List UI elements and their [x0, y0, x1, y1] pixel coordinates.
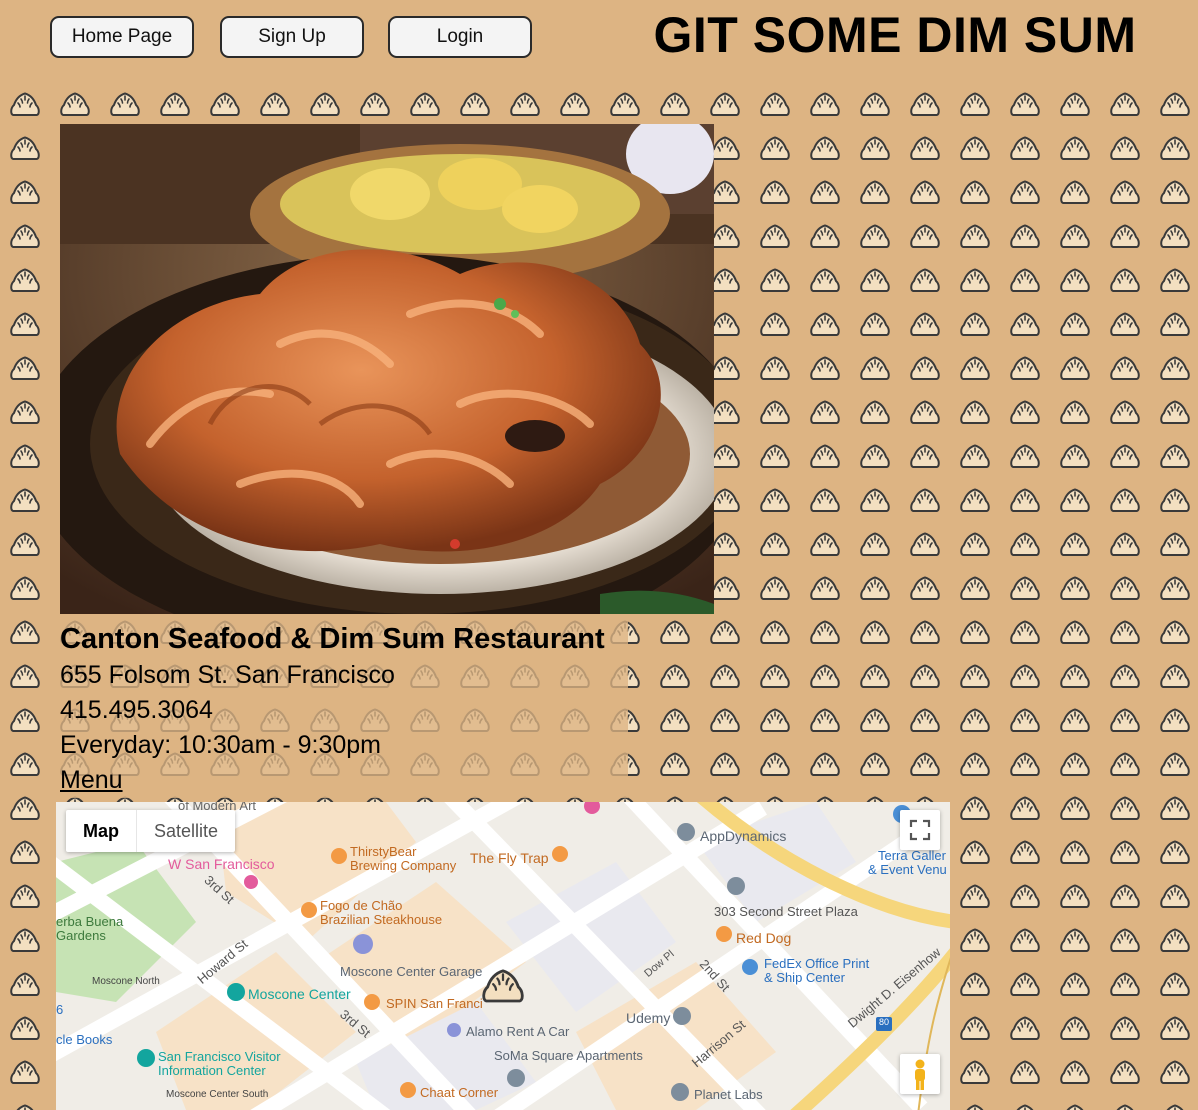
map-label: The Fly Trap	[470, 850, 549, 866]
map-type-satellite-button[interactable]: Satellite	[136, 810, 235, 852]
map-label: Udemy	[626, 1010, 671, 1026]
restaurant-address: 655 Folsom St. San Francisco	[60, 661, 395, 689]
map-label: Fogo de Chão	[320, 898, 403, 913]
sign-up-button[interactable]: Sign Up	[220, 16, 364, 58]
map-label: & Ship Center	[764, 970, 845, 985]
map-label: Moscone North	[92, 976, 160, 987]
map-label: San Francisco Visitor	[158, 1049, 281, 1064]
map-label: Moscone Center South	[166, 1089, 269, 1100]
fullscreen-icon	[909, 819, 931, 841]
pegman-icon	[915, 1059, 925, 1090]
map-type-control: Map Satellite	[66, 810, 236, 852]
top-bar: Home Page Sign Up Login GIT SOME DIM SUM	[0, 0, 1198, 82]
map-label: Moscone Center Garage	[340, 964, 483, 979]
map-label: 303 Second Street Plaza	[714, 904, 858, 919]
map-label: AppDynamics	[700, 828, 787, 844]
restaurant-info: Canton Seafood & Dim Sum Restaurant 655 …	[60, 620, 605, 797]
map-label: Brewing Company	[350, 858, 457, 873]
google-map[interactable]: of Modern Art W San Francisco ThirstyBea…	[56, 802, 950, 1110]
map-label: ThirstyBear	[350, 844, 417, 859]
map-label: FedEx Office Print	[764, 956, 870, 971]
map-type-map-button[interactable]: Map	[66, 810, 136, 852]
restaurant-photo	[60, 124, 714, 614]
restaurant-hours: Everyday: 10:30am - 9:30pm	[60, 731, 381, 759]
map-label: Moscone Center	[248, 986, 351, 1002]
map-label: erba Buena	[56, 914, 124, 929]
map-label: Information Center	[158, 1063, 266, 1078]
home-page-button[interactable]: Home Page	[50, 16, 194, 58]
map-label: 6	[56, 1002, 64, 1017]
login-button[interactable]: Login	[388, 16, 532, 58]
street-view-pegman-button[interactable]	[900, 1054, 940, 1094]
restaurant-name: Canton Seafood & Dim Sum Restaurant	[60, 623, 605, 655]
map-label: Red Dog	[736, 930, 792, 946]
map-label: SoMa Square Apartments	[494, 1048, 643, 1063]
map-label: & Event Venu	[868, 862, 947, 877]
map-label: SPIN San Franci	[386, 996, 483, 1011]
map-label: Gardens	[56, 928, 106, 943]
fullscreen-button[interactable]	[900, 810, 940, 850]
site-title: GIT SOME DIM SUM	[653, 7, 1137, 63]
map-label: Planet Labs	[694, 1087, 763, 1102]
map-label: 80	[879, 1017, 890, 1027]
map-label: Terra Galler	[878, 848, 946, 863]
restaurant-phone: 415.495.3064	[60, 696, 213, 724]
map-label: Brazilian Steakhouse	[320, 912, 443, 927]
map-label: Chaat Corner	[420, 1085, 499, 1100]
map-label: W San Francisco	[168, 856, 275, 872]
menu-link[interactable]: Menu	[60, 763, 605, 797]
map-label: Alamo Rent A Car	[466, 1024, 570, 1039]
map-label: cle Books	[56, 1032, 113, 1047]
